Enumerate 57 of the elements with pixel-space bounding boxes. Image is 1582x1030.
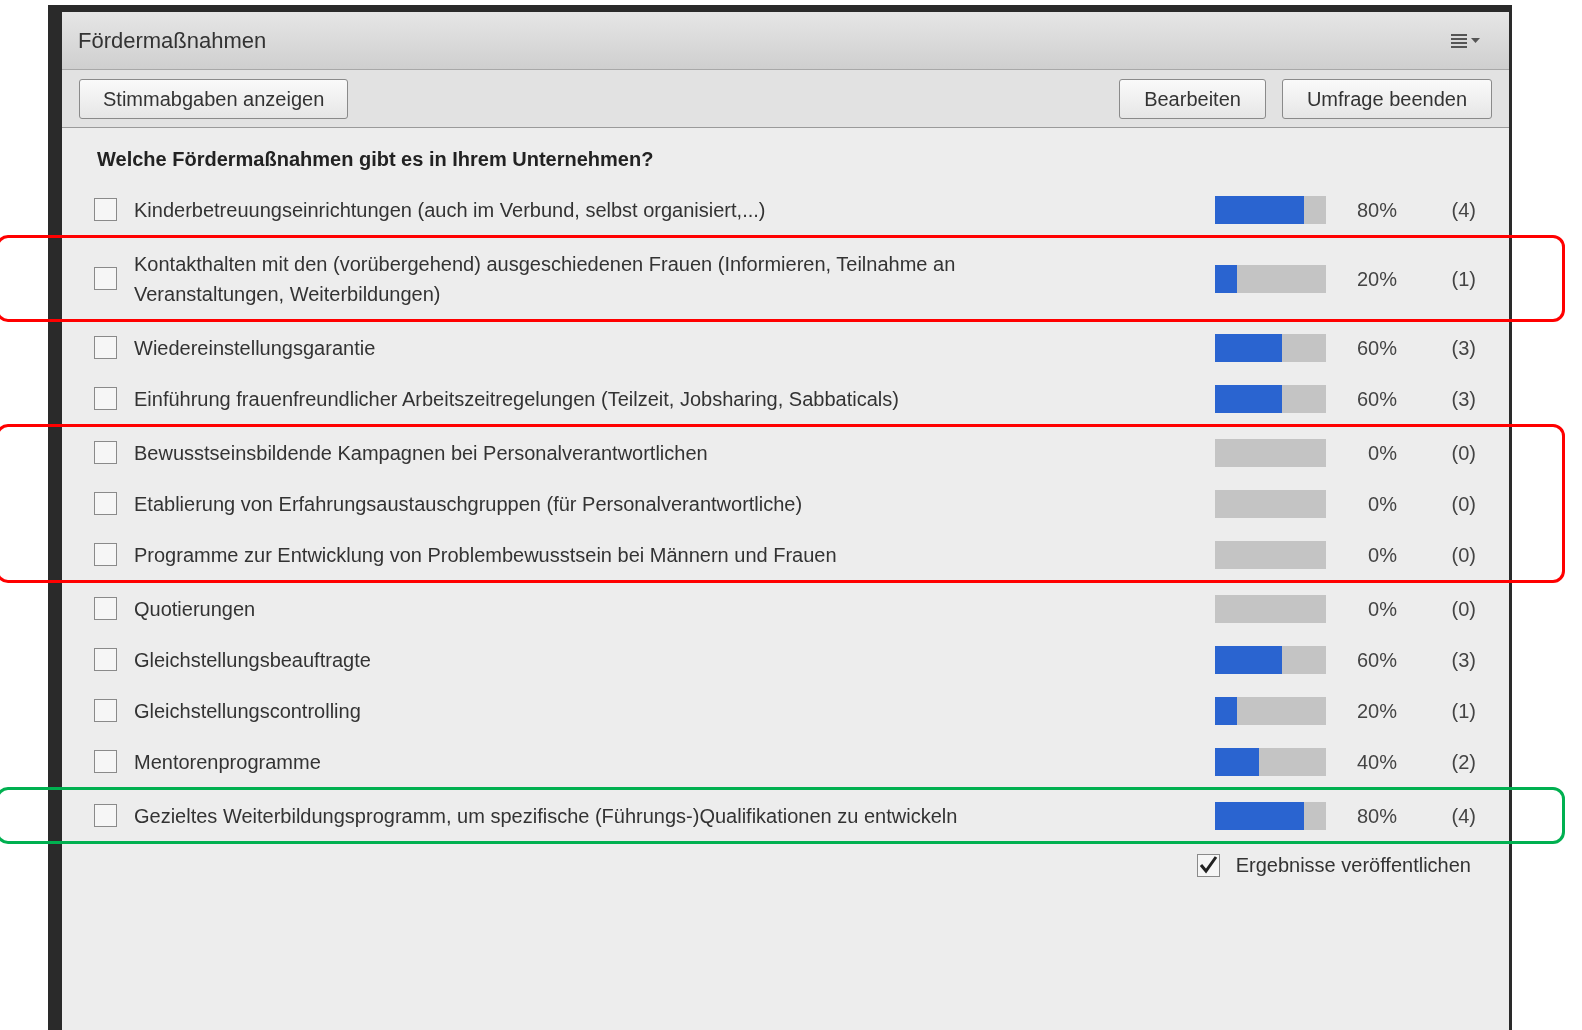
count-text: (0) [1451,596,1476,622]
percent-text: 0% [1368,440,1397,466]
percent-text: 80% [1356,197,1397,223]
checkbox[interactable] [94,699,117,722]
option-label: Etablierung von Erfahrungsaustauschgruppen (für Personalverantwortliche) [134,491,804,517]
checkbox[interactable] [94,597,117,620]
count-text: (0) [1451,491,1476,517]
option-label: Gleichstellungsbeauftragte [134,647,372,673]
count-text: (0) [1451,542,1476,568]
percent-text: 0% [1368,596,1397,622]
menu-icon[interactable] [1451,32,1481,49]
count-text: (3) [1451,386,1476,412]
percent-text: 20% [1356,698,1397,724]
count-text: (3) [1451,335,1476,361]
panel-title: Fördermaßnahmen [78,27,267,55]
percent-text: 0% [1368,542,1397,568]
option-label: Kinderbetreuungseinrichtungen (auch im Verbund, selbst organisiert,...) [134,197,767,223]
option-label: Bewusstseinsbildende Kampagnen bei Personalverantwortlichen [134,440,709,466]
toolbar-button[interactable]: Umfrage beenden [1281,78,1492,119]
option-label: Gezieltes Weiterbildungsprogramm, um spezifische (Führungs-)Qualifikationen zu entwickeln [134,803,959,829]
count-text: (3) [1451,647,1476,673]
checkmark-icon [1198,855,1219,875]
checkbox[interactable] [1196,853,1220,877]
percent-text: 60% [1356,647,1397,673]
option-label: Kontakthalten mit den (vorübergehend) ausgeschiedenen Frauen (Informieren, Teilnahme an Veranstaltungen, Weiterbildungen) [134,251,957,307]
percent-text: 40% [1356,749,1397,775]
checkbox[interactable] [94,198,117,221]
option-label: Quotierungen [134,596,257,622]
publish-label: Ergebnisse veröffentlichen [1235,853,1471,878]
toolbar-button[interactable]: Stimmabgaben anzeigen [79,78,349,119]
count-text: (0) [1451,440,1476,466]
checkbox[interactable] [94,387,117,410]
count-text: (1) [1451,698,1476,724]
checkbox[interactable] [94,543,117,566]
count-text: (1) [1451,266,1476,292]
percent-text: 60% [1356,386,1397,412]
option-label: Programme zur Entwicklung von Problembewusstsein bei Männern und Frauen [134,542,838,568]
count-text: (4) [1451,197,1476,223]
checkbox[interactable] [94,441,117,464]
option-label: Mentorenprogramme [134,749,322,775]
question-text: Welche Fördermaßnahmen gibt es in Ihrem Unternehmen? [97,148,654,170]
checkbox[interactable] [94,648,117,671]
count-text: (2) [1451,749,1476,775]
option-label: Gleichstellungscontrolling [134,698,362,724]
percent-text: 0% [1368,491,1397,517]
checkbox[interactable] [94,267,117,290]
checkbox[interactable] [94,336,117,359]
percent-text: 20% [1356,266,1397,292]
checkbox[interactable] [94,750,117,773]
count-text: (4) [1451,803,1476,829]
option-label: Wiedereinstellungsgarantie [134,335,377,361]
option-label: Einführung frauenfreundlicher Arbeitszeitregelungen (Teilzeit, Jobsharing, Sabbaticals) [134,386,900,412]
checkbox[interactable] [94,492,117,515]
percent-text: 80% [1356,803,1397,829]
toolbar-button[interactable]: Bearbeiten [1119,78,1266,119]
checkbox[interactable] [94,804,117,827]
percent-text: 60% [1356,335,1397,361]
